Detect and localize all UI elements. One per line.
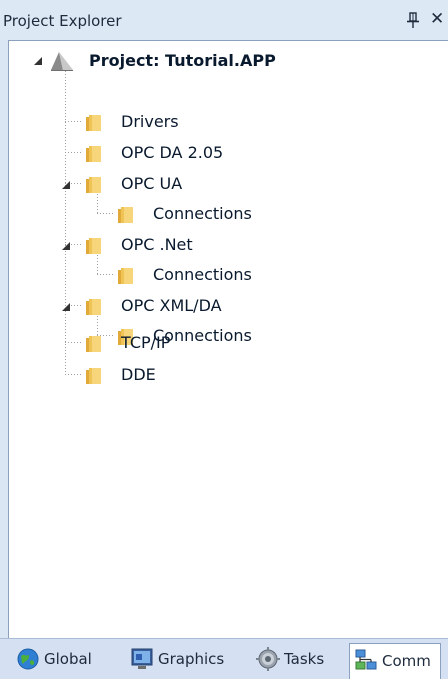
- expanded-arrow-icon[interactable]: [61, 302, 71, 312]
- folder-icon: [86, 299, 101, 315]
- tree-item-connections[interactable]: Connections: [9, 262, 329, 288]
- tree-item-label: OPC DA 2.05: [121, 143, 224, 162]
- gear-icon: [256, 647, 280, 671]
- tree-item-label: OPC UA: [121, 174, 183, 193]
- bottom-tab-bar: Global Graphics Tasks Comm: [0, 638, 448, 679]
- tree-item-connections[interactable]: Connections: [9, 201, 329, 227]
- tree-item-label: Connections: [153, 265, 252, 284]
- tree-item-opc-net[interactable]: OPC .Net: [9, 232, 329, 258]
- folder-icon: [86, 368, 101, 384]
- project-icon: [51, 52, 73, 71]
- network-icon: [355, 649, 377, 670]
- panel-title-bar: Project Explorer ✕: [0, 0, 448, 40]
- expanded-arrow-icon[interactable]: [61, 241, 71, 251]
- expanded-arrow-icon[interactable]: [33, 56, 43, 66]
- tree-item-label: Drivers: [121, 112, 179, 131]
- tab-label: Tasks: [284, 650, 325, 668]
- folder-icon: [118, 268, 133, 284]
- panel-title: Project Explorer: [3, 12, 122, 30]
- tree-item-label: TCP/IP: [121, 333, 171, 352]
- folder-icon: [118, 207, 133, 223]
- tree-item-label: OPC XML/DA: [121, 296, 222, 315]
- tree-item-dde[interactable]: DDE: [9, 362, 329, 388]
- tree-item-drivers[interactable]: Drivers: [9, 109, 329, 135]
- tab-global[interactable]: Global: [16, 645, 116, 673]
- tree-item-opc-da[interactable]: OPC DA 2.05: [9, 140, 329, 166]
- monitor-icon: [131, 648, 153, 669]
- folder-icon: [86, 115, 101, 131]
- tab-comm[interactable]: Comm: [349, 643, 441, 679]
- folder-icon: [86, 336, 101, 352]
- tree-item-opc-ua[interactable]: OPC UA: [9, 171, 329, 197]
- folder-icon: [86, 177, 101, 193]
- tree-item-label: Connections: [153, 204, 252, 223]
- tab-graphics[interactable]: Graphics: [130, 645, 242, 673]
- tree-root-label: Project: Tutorial.APP: [89, 51, 276, 70]
- tree-item-tcp-ip-row[interactable]: TCP/IP: [9, 330, 329, 356]
- expanded-arrow-icon[interactable]: [61, 180, 71, 190]
- folder-icon: [86, 146, 101, 162]
- tree-item-opc-xml-da[interactable]: OPC XML/DA: [9, 293, 329, 319]
- pin-icon[interactable]: [405, 11, 421, 29]
- tree-item-label: OPC .Net: [121, 235, 193, 254]
- folder-icon: [86, 238, 101, 254]
- tab-label: Global: [44, 650, 92, 668]
- tree-root-node[interactable]: Project: Tutorial.APP: [9, 48, 329, 74]
- globe-icon: [17, 648, 39, 670]
- tree-item-label: DDE: [121, 365, 156, 384]
- tree-view[interactable]: Project: Tutorial.APP Drivers OPC DA 2.0…: [8, 40, 448, 638]
- tab-tasks[interactable]: Tasks: [256, 645, 344, 673]
- close-icon[interactable]: ✕: [430, 9, 444, 29]
- tab-label: Comm: [382, 652, 431, 670]
- tab-label: Graphics: [158, 650, 225, 668]
- project-explorer-panel: Project Explorer ✕ Project: Tutorial.APP…: [0, 0, 448, 679]
